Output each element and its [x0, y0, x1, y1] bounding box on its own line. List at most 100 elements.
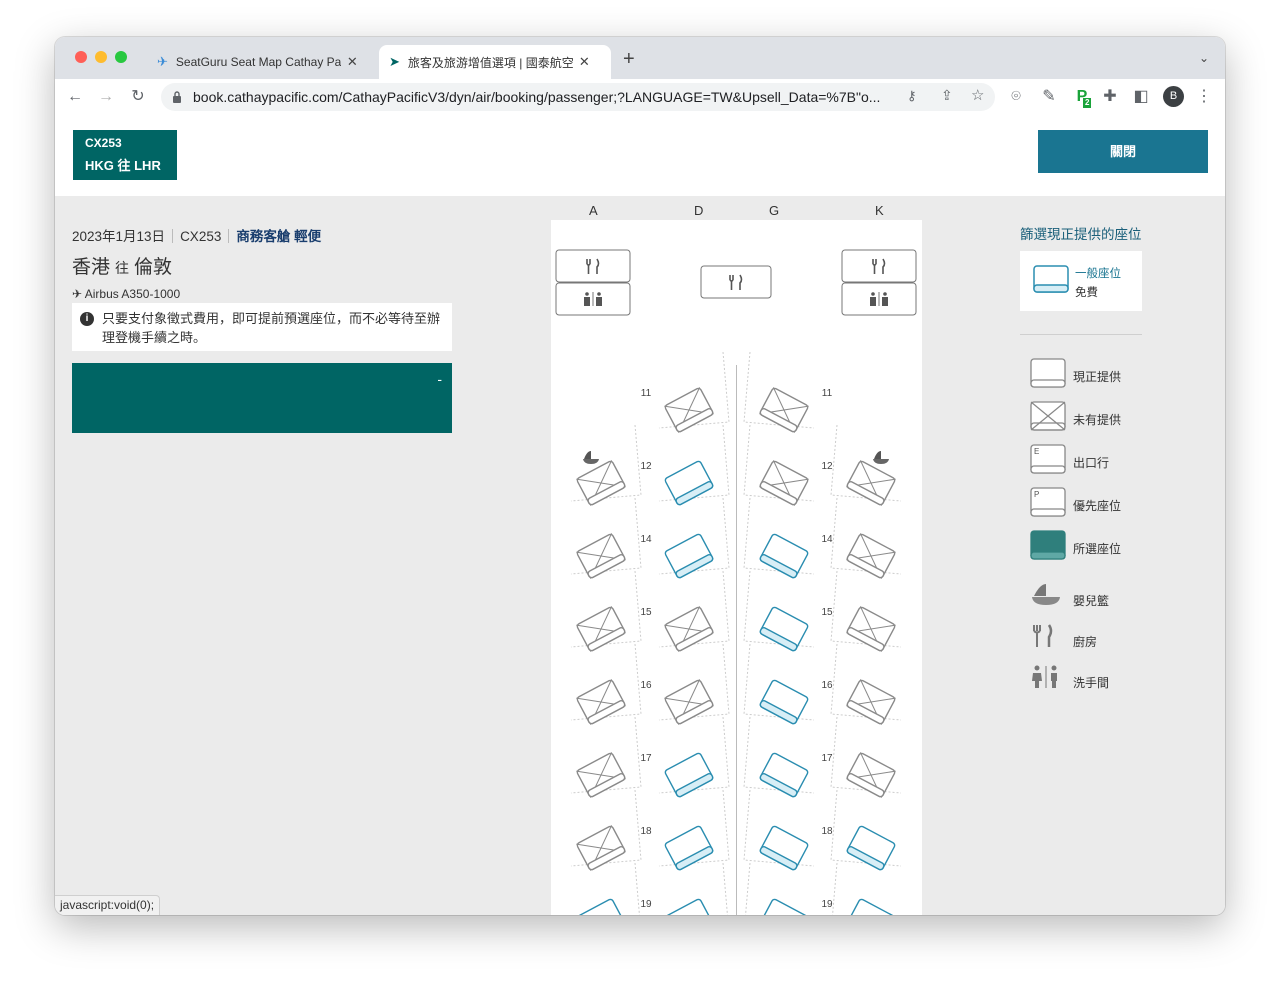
reload-icon[interactable]: ↻ — [127, 86, 149, 108]
flight-badge: CX253 HKG 往 LHR — [73, 130, 177, 180]
column-label-g: G — [769, 203, 780, 218]
legend-label: 出口行 — [1073, 456, 1110, 470]
row-number: 11 — [641, 388, 652, 399]
seat-17A — [576, 752, 626, 798]
extension-badge: 2 — [1083, 98, 1092, 108]
seat-map: 11 11 12 12 14 14 15 15 16 16 17 17 18 18 19 19 — [551, 220, 922, 915]
seat-12K — [846, 460, 896, 506]
menu-kebab-icon[interactable]: ⋮ — [1193, 86, 1215, 108]
row-number: 17 — [640, 753, 652, 764]
seat-18D[interactable] — [664, 825, 714, 871]
legend-preferred: P 優先座位 — [1030, 487, 1190, 521]
seat-14D[interactable] — [664, 533, 714, 579]
cathay-favicon-icon: ➤ — [389, 54, 400, 69]
seat-18K[interactable] — [846, 825, 896, 871]
seat-14G[interactable] — [759, 533, 809, 579]
legend-label: 現正提供 — [1073, 370, 1122, 384]
notice-text: 只要支付象徵式費用，即可提前預選座位，而不必等待至辦理登機手續之時。 — [102, 311, 441, 345]
close-tab-icon[interactable]: ✕ — [579, 54, 590, 70]
row-number: 12 — [640, 461, 652, 472]
minimize-window-button[interactable] — [95, 51, 107, 63]
seat-15G[interactable] — [759, 606, 809, 652]
separator — [172, 229, 174, 243]
tab-seatguru[interactable]: ✈ SeatGuru Seat Map Cathay Pac ✕ — [147, 45, 375, 79]
forward-arrow-icon[interactable]: → — [95, 86, 117, 108]
bassinet-icon — [873, 451, 889, 464]
browser-window: ✈ SeatGuru Seat Map Cathay Pac ✕ ➤ 旅客及旅游… — [55, 37, 1225, 915]
seat-19G[interactable] — [759, 898, 809, 915]
camera-icon[interactable]: ⌾ — [1005, 86, 1027, 108]
close-button[interactable]: 關閉 — [1038, 130, 1208, 173]
plane-icon: ✈ — [72, 287, 83, 301]
seat-unavailable-icon — [1030, 401, 1066, 431]
galley-icon — [1033, 624, 1053, 647]
route-title: 香港往倫敦 — [72, 252, 321, 279]
row-number: 18 — [640, 826, 652, 837]
row-number: 18 — [821, 826, 833, 837]
legend-bassinet: 嬰兒籃 — [1030, 582, 1190, 616]
legend-lavatory: 洗手間 — [1030, 664, 1190, 698]
legend-label: 未有提供 — [1073, 413, 1122, 427]
passenger-panel[interactable]: - — [72, 363, 452, 433]
row-number: 11 — [822, 388, 833, 399]
bassinet-icon — [583, 451, 599, 464]
seat-15A — [576, 606, 626, 652]
tab-search-chevron-icon[interactable]: ⌄ — [1199, 51, 1209, 65]
collapse-toggle[interactable]: - — [437, 371, 442, 387]
close-tab-icon[interactable]: ✕ — [347, 54, 358, 70]
back-arrow-icon[interactable]: ← — [64, 86, 86, 108]
legend-unavailable: 未有提供 — [1030, 401, 1190, 435]
seat-19D[interactable] — [664, 898, 714, 915]
flight-code: CX253 — [85, 136, 122, 150]
galley-block — [700, 265, 772, 299]
key-icon[interactable]: ⚷ — [907, 88, 917, 104]
new-tab-icon[interactable]: + — [623, 49, 635, 69]
seat-12D[interactable] — [664, 460, 714, 506]
tab-cathay[interactable]: ➤ 旅客及旅游增值選項 | 國泰航空 ✕ — [379, 45, 611, 79]
extension-p-icon[interactable]: P2 — [1071, 86, 1093, 108]
tab-title: 旅客及旅游增值選項 | 國泰航空 — [407, 55, 573, 70]
maximize-window-button[interactable] — [115, 51, 127, 63]
aircraft-type: Airbus A350-1000 — [84, 287, 181, 301]
row-number: 12 — [821, 461, 833, 472]
bookmark-star-icon[interactable]: ☆ — [971, 86, 984, 104]
flight-route: HKG 往 LHR — [85, 158, 161, 173]
eyedropper-icon[interactable]: ✎ — [1038, 86, 1060, 108]
seat-14K — [846, 533, 896, 579]
svg-text:E: E — [1034, 447, 1039, 456]
galley-block — [841, 249, 917, 283]
close-window-button[interactable] — [75, 51, 87, 63]
flight-date: 2023年1月13日 — [72, 229, 166, 244]
legend-label: 所選座位 — [1073, 542, 1122, 556]
seat-18G[interactable] — [759, 825, 809, 871]
column-label-a: A — [589, 203, 598, 218]
legend-selected: 所選座位 — [1030, 530, 1190, 564]
seat-15K — [846, 606, 896, 652]
legend-title: 篩選現正提供的座位 — [1020, 227, 1142, 242]
seat-11D — [664, 387, 714, 433]
row-number: 15 — [821, 607, 833, 618]
legend-divider — [1020, 334, 1142, 335]
seat-17G[interactable] — [759, 752, 809, 798]
aircraft-line: ✈ Airbus A350-1000 — [72, 287, 321, 301]
column-label-d: D — [694, 203, 704, 218]
tab-bar: ✈ SeatGuru Seat Map Cathay Pac ✕ ➤ 旅客及旅游… — [55, 37, 1225, 79]
seat-16K — [846, 679, 896, 725]
seat-19K[interactable] — [846, 898, 896, 915]
seat-18A — [576, 825, 626, 871]
separator — [228, 229, 230, 243]
seat-type-filter-card[interactable]: 一般座位 免費 — [1020, 251, 1142, 311]
puzzle-extensions-icon[interactable]: ✚ — [1099, 86, 1121, 108]
flight-number: CX253 — [180, 229, 222, 244]
seat-19A[interactable] — [576, 898, 626, 915]
seat-17D[interactable] — [664, 752, 714, 798]
sidebar-icon[interactable]: ◧ — [1130, 86, 1152, 108]
cabin-class: 商務客艙 輕便 — [236, 229, 322, 244]
url-text: book.cathaypacific.com/CathayPacificV3/d… — [193, 89, 881, 105]
address-bar[interactable]: book.cathaypacific.com/CathayPacificV3/d… — [161, 83, 995, 111]
flight-info: 2023年1月13日 CX253 商務客艙 輕便 香港往倫敦 ✈ Airbus A3… — [72, 225, 321, 301]
seat-16G[interactable] — [759, 679, 809, 725]
origin-city: 香港 — [72, 257, 111, 278]
profile-avatar[interactable]: B — [1163, 86, 1184, 107]
share-icon[interactable]: ⇪ — [941, 87, 953, 104]
